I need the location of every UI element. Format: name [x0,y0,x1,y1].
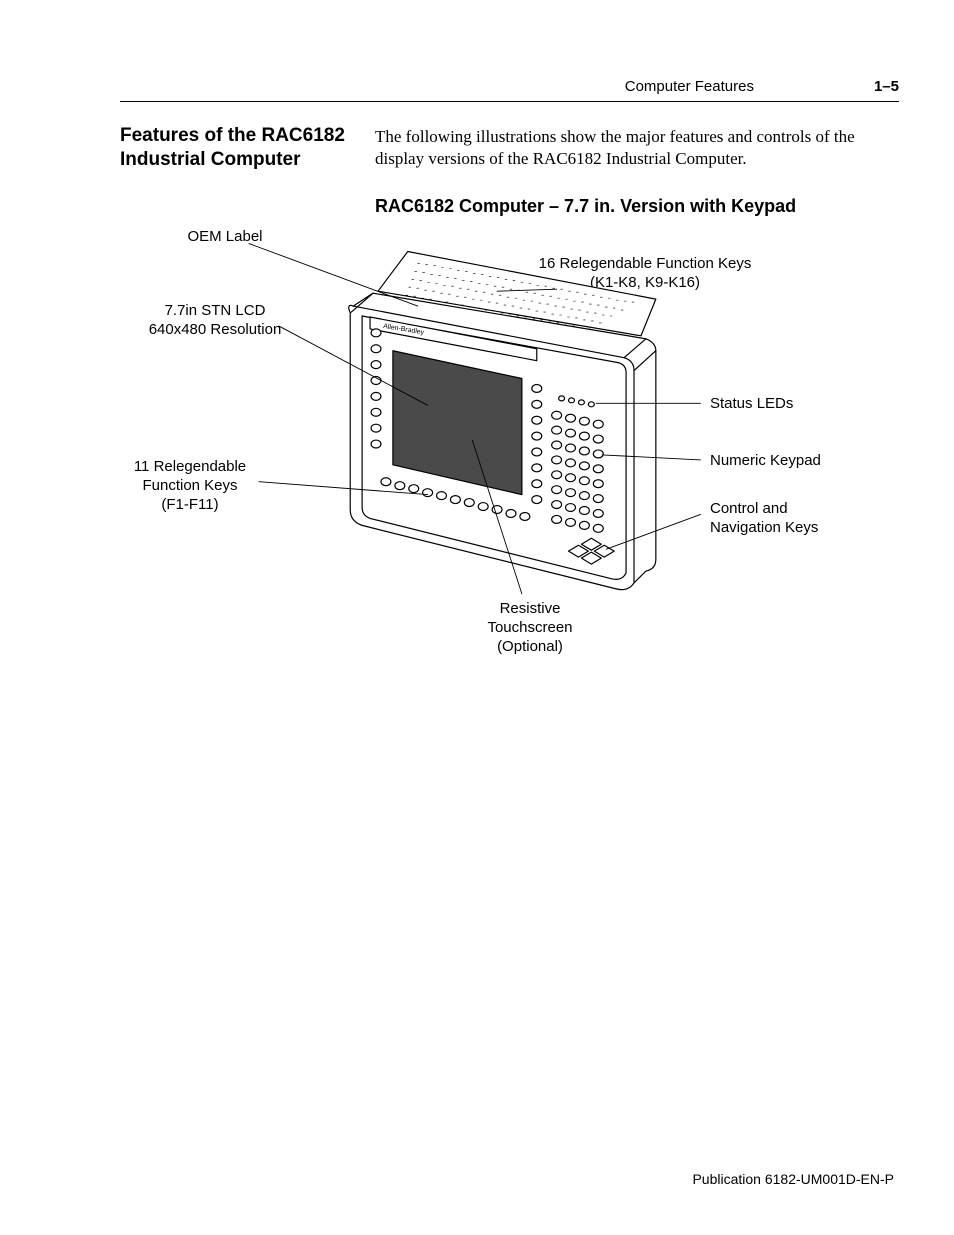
figure-title: RAC6182 Computer – 7.7 in. Version with … [375,196,796,217]
figure-area: OEM Label 7.7in STN LCD 640x480 Resoluti… [120,220,894,670]
page-number: 1–5 [874,78,899,95]
page-header: Computer Features 1–5 [120,78,899,102]
header-section-label: Computer Features [625,78,754,95]
publication-footer: Publication 6182-UM001D-EN-P [692,1171,894,1187]
device-illustration: Allen-Bradley [120,220,894,670]
section-heading: Features of the RAC6182 Industrial Compu… [120,124,355,172]
intro-paragraph: The following illustrations show the maj… [375,126,879,170]
